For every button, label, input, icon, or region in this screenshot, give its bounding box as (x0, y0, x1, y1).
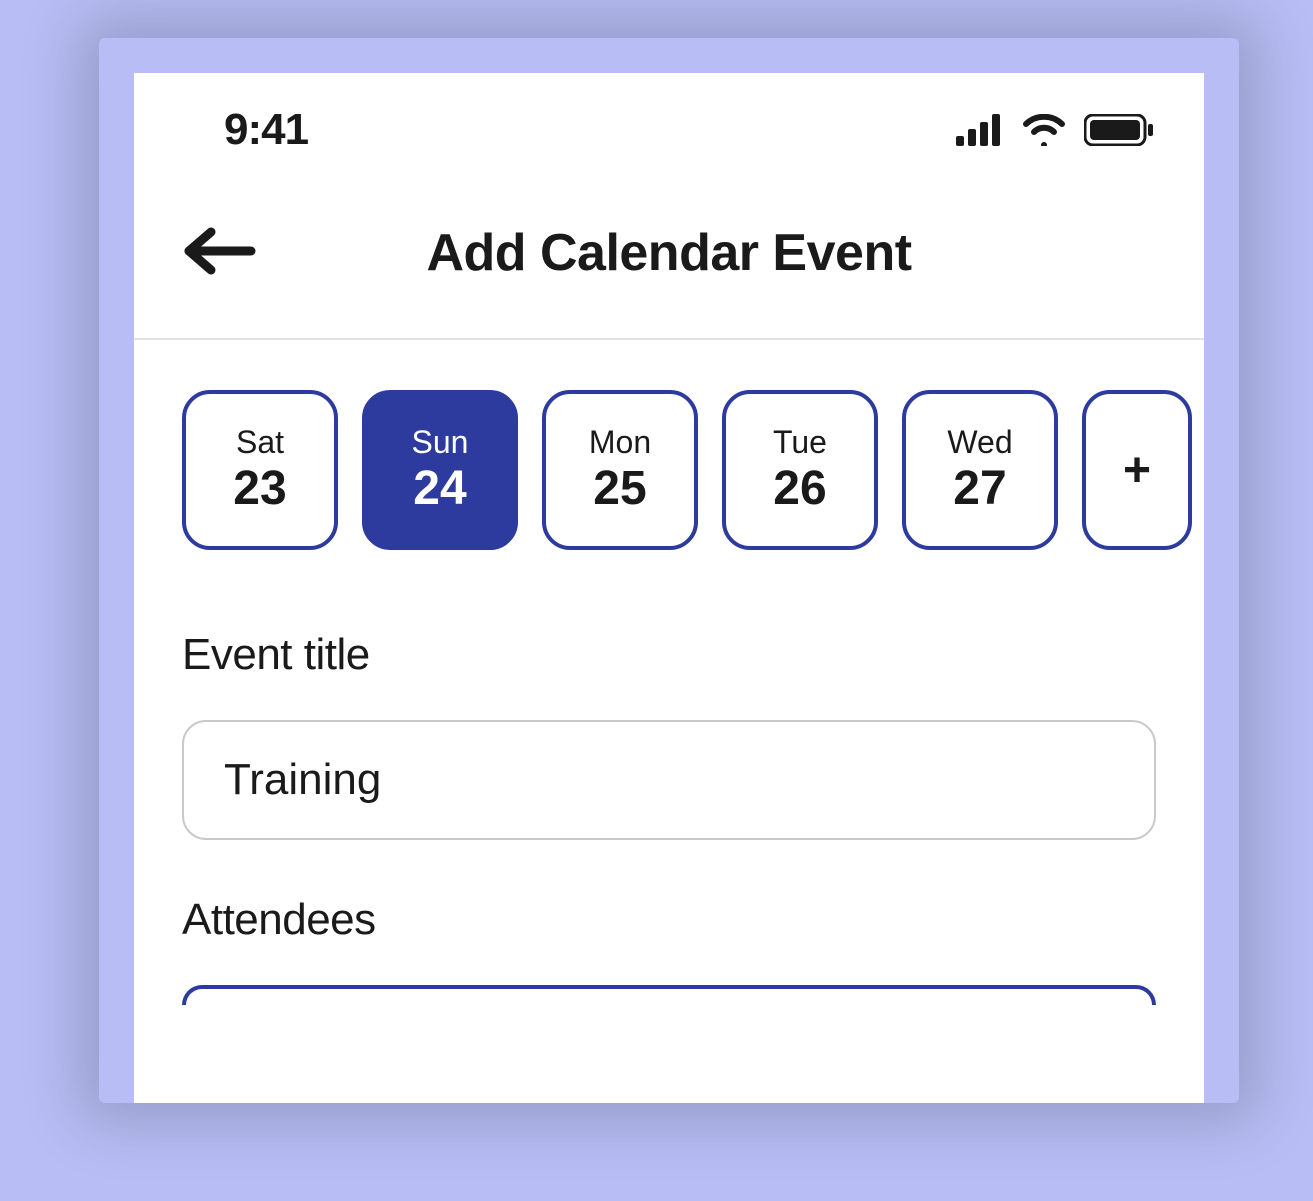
date-number: 26 (773, 461, 826, 516)
date-card-sun-24[interactable]: Sun 24 (362, 390, 518, 550)
plus-icon: + (1123, 443, 1151, 498)
date-day-label: Sun (412, 424, 469, 461)
date-card-mon-25[interactable]: Mon 25 (542, 390, 698, 550)
date-picker-row: Sat 23 Sun 24 Mon 25 Tue 26 Wed 27 + (134, 340, 1204, 600)
date-day-label: Mon (589, 424, 651, 461)
app-screen: 9:41 (134, 73, 1204, 1103)
date-number: 27 (953, 461, 1006, 516)
date-day-label: Sat (236, 424, 284, 461)
back-button[interactable] (179, 226, 259, 281)
status-bar: 9:41 (134, 73, 1204, 183)
event-title-input[interactable] (182, 720, 1156, 840)
cellular-icon (956, 114, 1004, 146)
date-card-tue-26[interactable]: Tue 26 (722, 390, 878, 550)
date-day-label: Tue (773, 424, 827, 461)
date-number: 23 (233, 461, 286, 516)
status-icons (956, 114, 1154, 146)
event-title-label: Event title (182, 630, 1156, 680)
arrow-left-icon (179, 226, 259, 276)
page-title: Add Calendar Event (179, 223, 1159, 283)
status-time: 9:41 (224, 105, 308, 155)
battery-icon (1084, 114, 1154, 146)
date-card-wed-27[interactable]: Wed 27 (902, 390, 1058, 550)
date-day-label: Wed (947, 424, 1012, 461)
attendees-input[interactable] (182, 985, 1156, 1005)
wifi-icon (1022, 114, 1066, 146)
date-number: 25 (593, 461, 646, 516)
date-card-sat-23[interactable]: Sat 23 (182, 390, 338, 550)
add-date-button[interactable]: + (1082, 390, 1192, 550)
date-number: 24 (413, 461, 466, 516)
header: Add Calendar Event (134, 183, 1204, 340)
attendees-label: Attendees (182, 895, 1156, 945)
form-section: Event title Attendees (134, 600, 1204, 1005)
